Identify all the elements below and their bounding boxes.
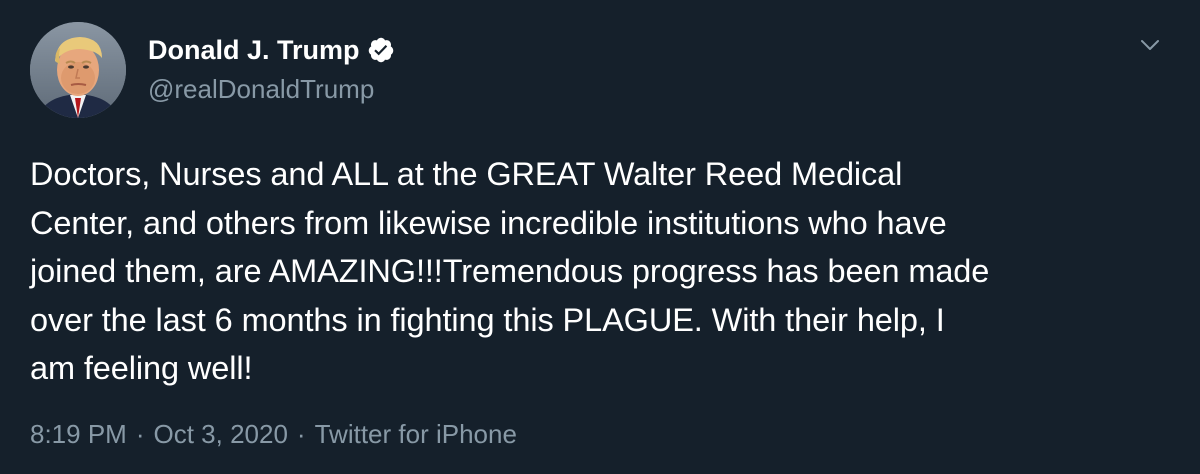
display-name[interactable]: Donald J. Trump — [148, 33, 360, 67]
tweet-text-line: Doctors, Nurses and ALL at the GREAT Wal… — [30, 156, 903, 192]
profile-photo-icon — [30, 22, 126, 118]
meta-separator: · — [135, 419, 145, 449]
author-handle[interactable]: @realDonaldTrump — [148, 73, 374, 105]
tweet-text: Doctors, Nurses and ALL at the GREAT Wal… — [30, 150, 1175, 393]
tweet-card: Donald J. Trump @realDonaldTrump Doctors… — [0, 0, 1200, 474]
verified-badge-icon — [368, 37, 393, 63]
author-name-row[interactable]: Donald J. Trump — [148, 33, 395, 67]
avatar[interactable] — [30, 22, 126, 118]
tweet-text-line: joined them, are AMAZING!!!Tremendous pr… — [30, 253, 990, 289]
chevron-down-icon[interactable] — [1137, 34, 1163, 56]
tweet-text-line: Center, and others from likewise incredi… — [30, 204, 947, 241]
tweet-text-line: am feeling well! — [30, 350, 253, 386]
tweet-time[interactable]: 8:19 PM — [30, 419, 127, 449]
meta-separator: · — [296, 419, 306, 449]
tweet-text-line: over the last 6 months in fighting this … — [30, 301, 945, 338]
tweet-source[interactable]: Twitter for iPhone — [315, 419, 517, 449]
tweet-date[interactable]: Oct 3, 2020 — [154, 419, 288, 449]
tweet-meta: 8:19 PM · Oct 3, 2020 · Twitter for iPhone — [30, 417, 517, 451]
